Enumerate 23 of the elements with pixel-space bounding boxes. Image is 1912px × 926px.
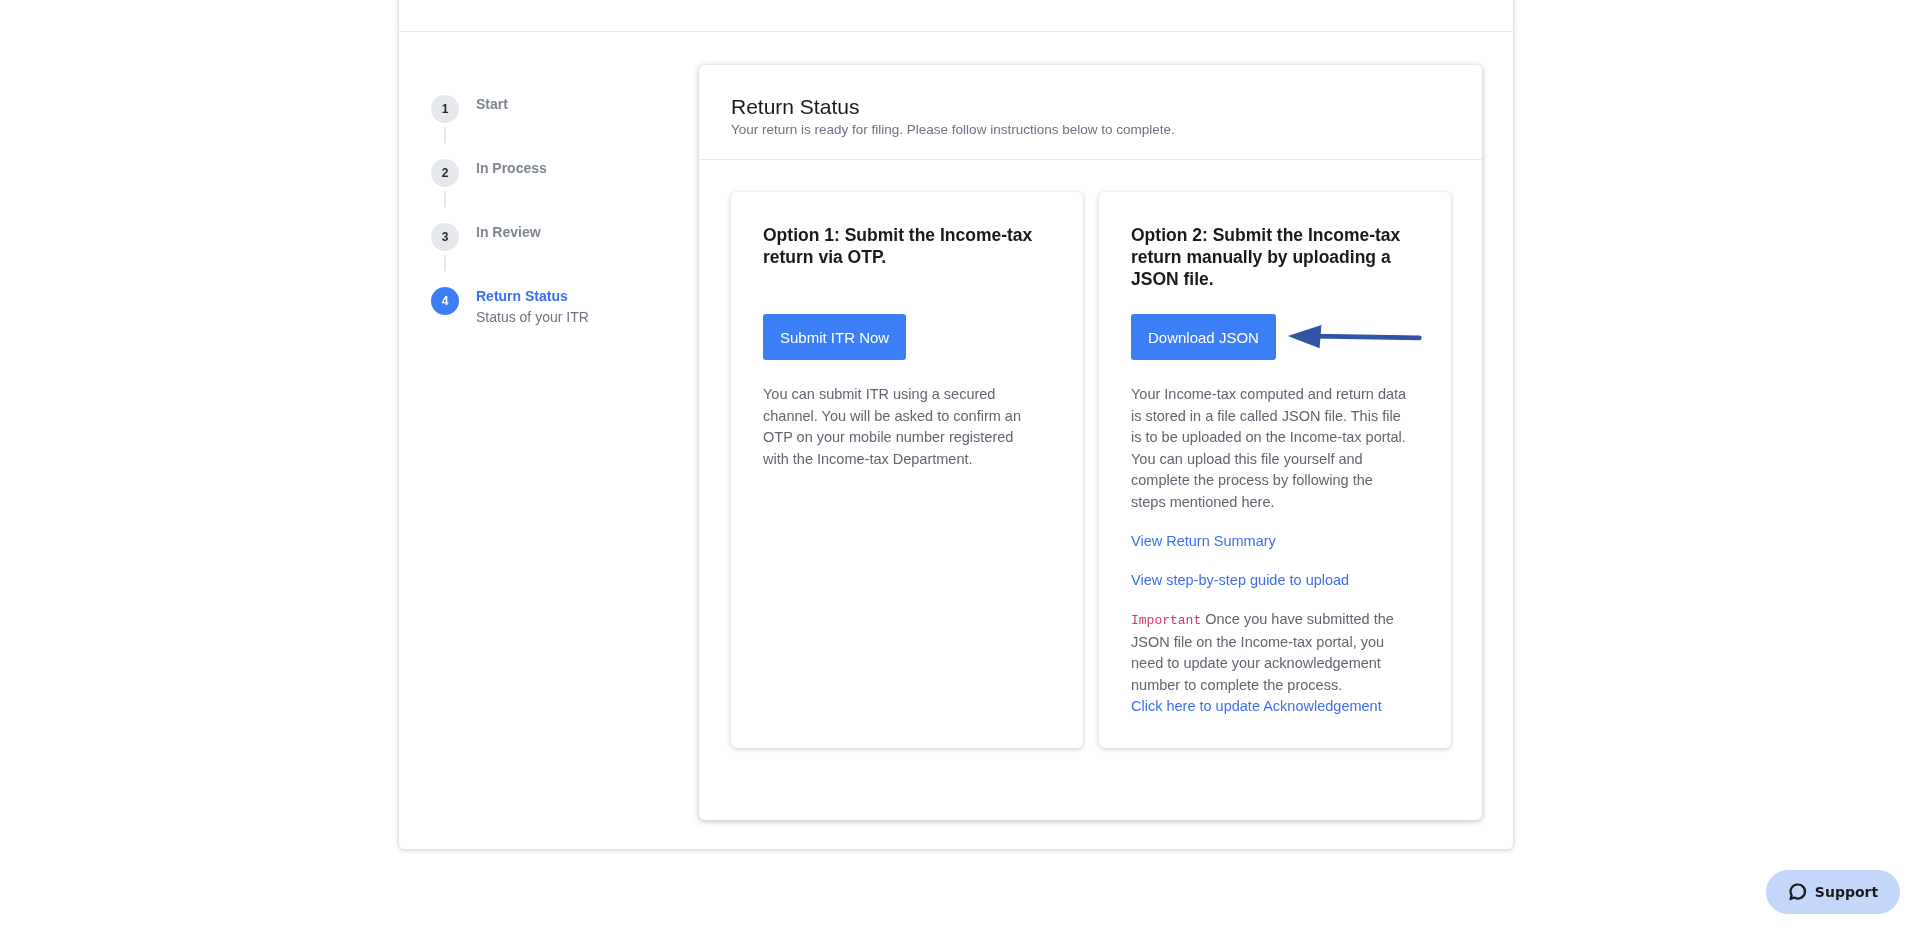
step-label[interactable]: Start — [476, 96, 508, 112]
important-note: Important Once you have submitted the JSON file on the Income-tax portal, you need to update your acknowledgement number to complete the process. — [1131, 610, 1395, 695]
step-number: 2 — [431, 159, 459, 187]
primary-button[interactable]: Submit ITR Now — [763, 314, 907, 360]
option-heading: Option 2: Submit the Income-tax return manually by uploading a JSON file. — [1131, 224, 1402, 290]
text-link[interactable]: View step-by-step guide to upload — [1131, 570, 1350, 591]
step-number: 3 — [431, 223, 459, 251]
step-subtitle: Status of your ITR — [476, 309, 589, 325]
update-acknowledgement-link[interactable]: Click here to update Acknowledgement — [1131, 696, 1382, 717]
card-title: Return Status — [731, 95, 861, 119]
option-description: Your Income-tax computed and return data is stored in a file called JSON file. This file is to be uploaded on the Income-tax portal. You can upload this file yourself and complete the process by following the steps mentioned here. — [1131, 385, 1408, 512]
step-number: 4 — [431, 287, 459, 315]
card-subtitle: Your return is ready for filing. Please follow instructions below to complete. — [731, 122, 1176, 137]
text-link[interactable]: View Return Summary — [1131, 531, 1276, 552]
step-label[interactable]: In Review — [476, 224, 541, 240]
support-button[interactable]: Support — [1766, 870, 1900, 914]
option-heading: Option 1: Submit the Income-tax return via OTP. — [763, 224, 1034, 269]
primary-button[interactable]: Download JSON — [1131, 314, 1276, 360]
step-label[interactable]: Return Status — [476, 288, 589, 304]
chat-icon — [1787, 882, 1808, 902]
step-label[interactable]: In Process — [476, 160, 547, 176]
option-description: You can submit ITR using a secured channel. You will be asked to confirm an OTP on your mobile number registered with the Income-tax Department. — [763, 385, 1022, 469]
step-number: 1 — [431, 95, 459, 123]
